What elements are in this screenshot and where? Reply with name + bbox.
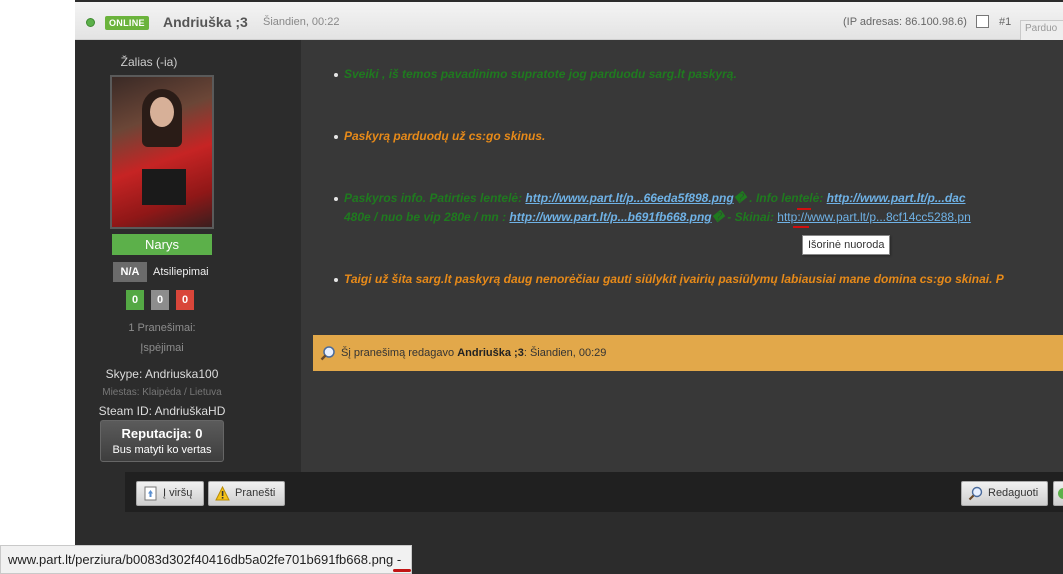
post-line-1: Sveiki , iš temos pavadinimo supratote j… — [344, 67, 737, 81]
reputation-button[interactable]: Reputacija: 0 Bus matyti ko vertas — [100, 420, 224, 462]
link-tooltip: Išorinė nuoroda — [802, 235, 891, 255]
external-link-1[interactable]: http://www.part.lt/p...66eda5f898.png — [525, 191, 733, 205]
red-underline-mark — [793, 226, 809, 228]
post-footer: Į viršų Pranešti Redaguoti — [125, 472, 1063, 512]
reputation-value: Reputacija: 0 — [121, 426, 203, 441]
back-to-top-button[interactable]: Į viršų — [136, 481, 204, 506]
external-link-4[interactable]: http://www.part.lt/p...8cf14cc5288.pn — [777, 210, 970, 224]
edit-editor: Andriuška ;3 — [457, 347, 524, 359]
select-post-checkbox[interactable] — [976, 15, 989, 28]
page-up-icon — [144, 486, 157, 501]
external-link-3[interactable]: http://www.part.lt/p...b691fb668.png — [509, 210, 711, 224]
edit-prefix: Šį pranešimą redagavo — [341, 347, 458, 359]
feedback-label[interactable]: Atsiliepimai — [153, 266, 209, 278]
edit-magnifier-icon — [320, 346, 335, 361]
edit-magnifier-icon — [968, 486, 983, 501]
post-line-4: 480e / nuo be vip 280e / mn : http://www… — [344, 210, 971, 224]
post-line-3: Paskyros info. Patirties lentelė: http:/… — [344, 191, 966, 205]
avatar-shirt-logo — [142, 169, 186, 205]
post-header: ONLINE Andriuška ;3 Šiandien, 00:22 (IP … — [75, 2, 1063, 56]
post-count: 1 Pranešimai: — [128, 322, 196, 334]
post-date: Šiandien, 00:22 — [263, 16, 340, 28]
reputation-subtitle: Bus matyti ko vertas — [112, 444, 212, 456]
red-underline-mark — [393, 569, 411, 572]
edit-notice: Šį pranešimą redagavo Andriuška ;3: Šian… — [313, 335, 1063, 371]
bullet — [334, 278, 338, 282]
back-to-top-label: Į viršų — [163, 487, 193, 499]
city-info: Miestas: Klaipėda / Lietuva — [102, 387, 222, 398]
bullet — [334, 73, 338, 77]
edit-button[interactable]: Redaguoti — [961, 481, 1048, 506]
post-author[interactable]: Andriuška ;3 — [163, 14, 248, 30]
post-line-3-prefix: Paskyros info. Patirties lentelė: — [344, 191, 526, 205]
positive-score: 0 — [126, 290, 144, 310]
post-line-4-mid: � - Skinai: — [711, 210, 778, 224]
red-underline-mark — [797, 208, 811, 210]
report-button[interactable]: Pranešti — [208, 481, 285, 506]
add-icon — [1058, 488, 1063, 499]
post-line-2: Paskyrą parduodų už cs:go skinus. — [344, 129, 546, 143]
neutral-score: 0 — [151, 290, 169, 310]
browser-status-bar: www.part.lt/perziura/b0083d302f40416db5a… — [0, 545, 412, 574]
edit-suffix: : Šiandien, 00:29 — [523, 347, 607, 359]
warning-icon — [215, 486, 230, 501]
online-badge: ONLINE — [105, 16, 149, 30]
avatar[interactable] — [110, 75, 214, 229]
more-button[interactable] — [1053, 481, 1063, 506]
bullet — [334, 197, 338, 201]
external-link-2[interactable]: http://www.part.lt/p...dac — [827, 191, 966, 205]
warnings: Įspėjimai — [140, 342, 184, 354]
skype-info: Skype: Andriuska100 — [105, 367, 219, 381]
negative-score: 0 — [176, 290, 194, 310]
user-title: Žalias (-ia) — [120, 55, 178, 69]
edit-notice-text: Šį pranešimą redagavo Andriuška ;3: Šian… — [341, 335, 606, 371]
post-body: Sveiki , iš temos pavadinimo supratote j… — [301, 40, 1063, 472]
online-dot-icon — [86, 18, 95, 27]
ip-address: (IP adresas: 86.100.98.6) — [843, 16, 967, 28]
feedback-badge: N/A — [113, 262, 147, 282]
post-number[interactable]: #1 — [999, 16, 1011, 28]
steam-id: Steam ID: AndriuškaHD — [98, 404, 226, 418]
edit-label: Redaguoti — [988, 487, 1039, 499]
avatar-face — [150, 97, 174, 127]
report-label: Pranešti — [235, 487, 276, 499]
post-line-4-prefix: 480e / nuo be vip 280e / mn : — [344, 210, 510, 224]
page-bottom — [412, 545, 1063, 574]
post-line-3-mid: � . Info lentelė: — [733, 191, 827, 205]
bullet — [334, 135, 338, 139]
page-margin — [0, 0, 75, 574]
post-line-5: Taigi už šita sarg.lt paskyrą daug nenor… — [344, 272, 1004, 286]
rank-badge: Narys — [112, 234, 212, 255]
user-panel: Žalias (-ia) Narys N/A Atsiliepimai 0 0 … — [75, 40, 301, 472]
